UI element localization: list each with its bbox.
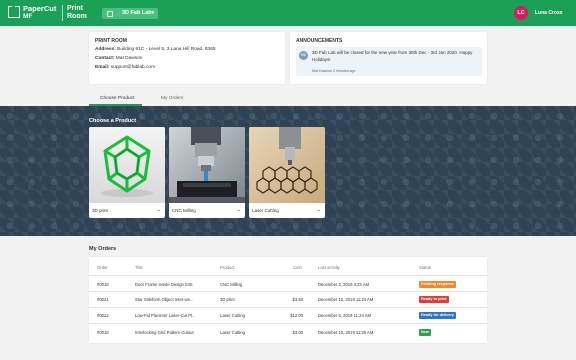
order-product: CNC Milling	[220, 282, 243, 287]
product-line2: Room	[67, 13, 87, 20]
order-last-activity: December 10, 2019 11:24 AM	[318, 297, 374, 302]
order-product: 3D print	[220, 297, 235, 302]
calendar-icon	[107, 10, 113, 17]
order-title[interactable]: Low-Fid Planimer Laser-Cut Pl...	[135, 313, 196, 318]
brand-logo-text: PaperCut MF	[23, 5, 56, 20]
chevron-down-icon[interactable]: ⌄	[237, 207, 241, 213]
product-card-cnc-milling[interactable]: CNC Milling ⌄	[169, 127, 245, 218]
product-label: 3D print	[92, 208, 108, 213]
order-id[interactable]: #0018	[97, 282, 109, 287]
brand-line2: MF	[23, 12, 33, 20]
product-card-3d-print[interactable]: 3D print ⌄	[89, 127, 165, 218]
order-product: Laser Cutting	[220, 330, 245, 335]
row-divider	[89, 275, 487, 276]
order-id[interactable]: #0021	[97, 297, 109, 302]
status-badge: Ready for delivery	[419, 312, 456, 319]
product-label: Laser Cutting	[252, 208, 279, 213]
announcement-meta: Mat Dawson 2 minutes ago	[312, 69, 356, 73]
announcements-title: ANNOUNCEMENTS	[296, 38, 343, 44]
column-header-product[interactable]: Product	[220, 265, 234, 270]
contact-value: Mat Dawson	[115, 56, 143, 61]
order-last-activity: December 10, 2019 11:28 AM	[318, 330, 374, 335]
order-id[interactable]: #0018	[97, 330, 109, 335]
announcements-card: ANNOUNCEMENTS MD 3D Fab Lab will be clos…	[290, 32, 487, 84]
order-cost: $3.50	[292, 297, 303, 302]
row-divider	[89, 323, 487, 324]
room-name: 3D Fab Lab	[122, 10, 152, 16]
top-bar: PaperCut MF Print Room 3D Fab Lab ▾ LC L…	[0, 0, 576, 26]
user-name[interactable]: Luna Cross	[535, 10, 563, 16]
address-line: Address: Building 61C - Level 5, 3 Lana …	[95, 47, 216, 52]
order-cost: $12.00	[290, 313, 303, 318]
print-room-title: PRINT ROOM	[95, 38, 127, 44]
status-badge: Pending response	[419, 281, 456, 288]
row-divider	[89, 291, 487, 292]
order-title[interactable]: Interlocking Grid Pattern Cutout	[135, 330, 194, 335]
order-product: Laser Cutting	[220, 313, 245, 318]
tab-choose-product[interactable]: Choose Product	[100, 96, 134, 101]
email-line: Email: support@fablab.com	[95, 65, 155, 70]
chevron-down-icon[interactable]: ⌄	[157, 207, 161, 213]
order-last-activity: December 2, 2019 3:23 AM	[318, 282, 369, 287]
address-label: Address:	[95, 47, 116, 52]
column-header-cost[interactable]: Cost	[293, 265, 302, 270]
room-selector[interactable]: 3D Fab Lab ▾	[102, 8, 158, 19]
tab-my-orders[interactable]: My Orders	[161, 96, 183, 101]
order-last-activity: December 5, 2019 11:24 AM	[318, 313, 371, 318]
contact-label: Contact:	[95, 56, 115, 61]
order-id[interactable]: #0022	[97, 313, 109, 318]
laser-cut-hexagon-pattern-image	[249, 127, 325, 203]
order-title[interactable]: Star Stileform Object Inter-we...	[135, 297, 193, 302]
announcement-item: MD 3D Fab Lab will be closed for the new…	[296, 47, 482, 76]
product-card-laser-cutting[interactable]: Laser Cutting ⌄	[249, 127, 325, 218]
order-cost: $3.00	[292, 330, 303, 335]
papercut-logo-icon	[8, 5, 20, 18]
product-line1: Print	[67, 5, 83, 12]
choose-product-title: Choose a Product	[89, 118, 137, 124]
print-room-card: PRINT ROOM Address: Building 61C - Level…	[89, 32, 285, 84]
contact-line: Contact: Mat Dawson	[95, 56, 142, 61]
email-value[interactable]: support@fablab.com	[111, 65, 155, 70]
status-badge: New	[419, 329, 431, 336]
product-name: Print Room	[67, 5, 87, 21]
email-label: Email:	[95, 65, 110, 70]
address-value: Building 61C - Level 5, 3 Lana Hill Road…	[117, 47, 216, 52]
green-3d-printed-lattice-image	[89, 127, 165, 203]
column-header-last-activity[interactable]: Last activity	[318, 265, 340, 270]
chevron-down-icon: ▾	[151, 10, 154, 16]
user-avatar[interactable]: LC	[514, 6, 528, 20]
row-divider	[89, 307, 487, 308]
announcement-avatar: MD	[299, 51, 308, 60]
column-header-status[interactable]: Status	[419, 265, 431, 270]
column-header-title[interactable]: Title	[135, 265, 143, 270]
order-title[interactable]: Door Frame Inside Design 03S	[135, 282, 193, 287]
column-header-order[interactable]: Order	[97, 265, 108, 270]
status-badge: Ready to print	[419, 296, 449, 303]
logo-divider	[62, 5, 63, 21]
my-orders-title: My Orders	[89, 246, 117, 252]
announcement-text: 3D Fab Lab will be closed for the new ye…	[312, 50, 473, 62]
chevron-down-icon[interactable]: ⌄	[317, 207, 321, 213]
cnc-milling-machine-image	[169, 127, 245, 203]
brand-line1: PaperCut	[23, 4, 57, 13]
product-label: CNC Milling	[172, 208, 196, 213]
